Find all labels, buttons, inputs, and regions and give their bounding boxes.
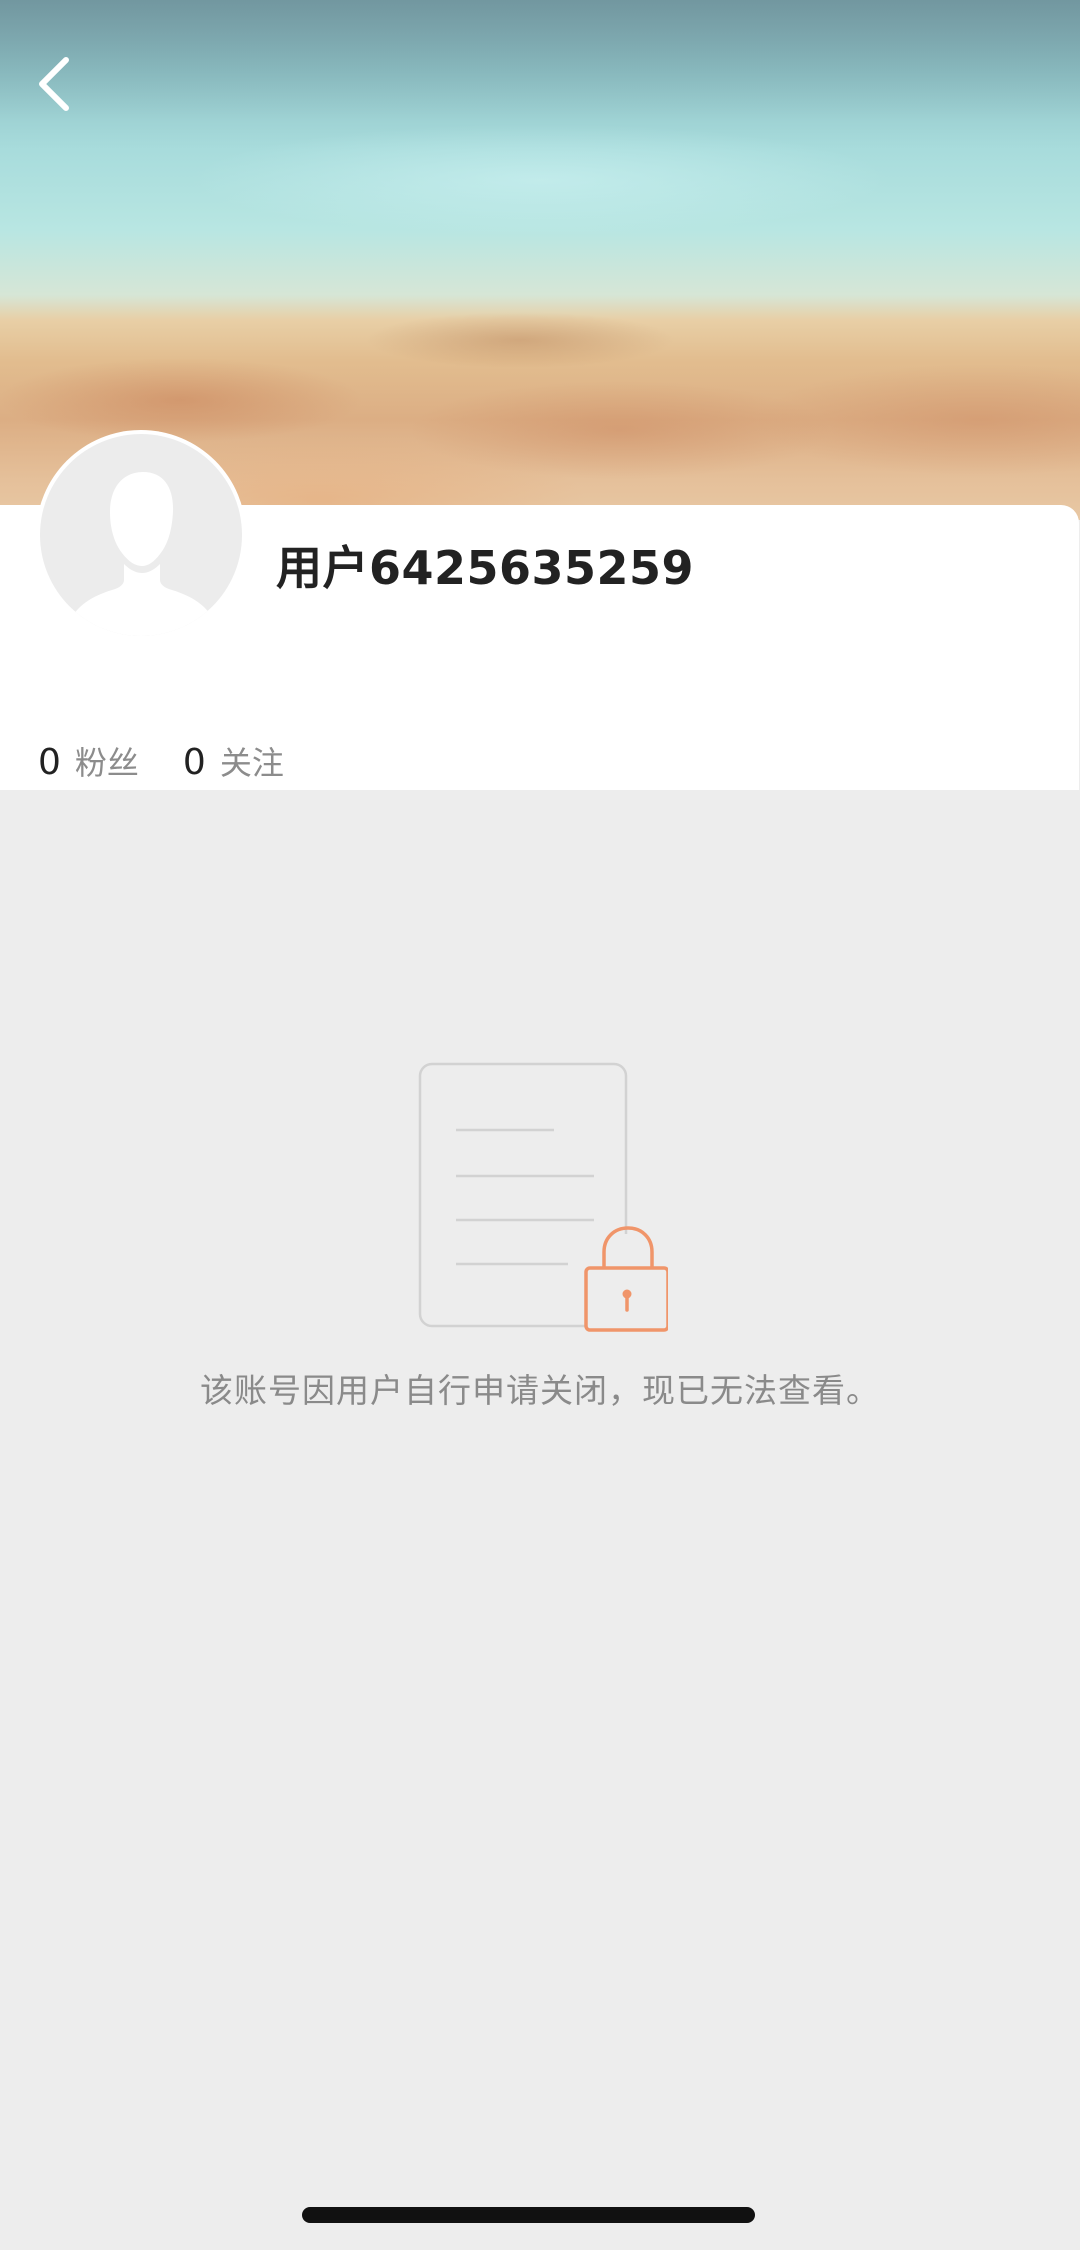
followers-label: 粉丝 (74, 744, 139, 782)
profile-page: 用户6425635259 0 粉丝 0 关注 该账号因用户自行申请关闭，现已无法… (0, 0, 1080, 2250)
home-indicator[interactable] (302, 2207, 755, 2223)
avatar[interactable] (36, 430, 246, 640)
followers-stat[interactable]: 0 粉丝 (38, 738, 139, 784)
cover-haze (0, 0, 1080, 120)
default-avatar-icon (40, 434, 242, 636)
profile-stats: 0 粉丝 0 关注 (38, 738, 328, 788)
following-stat[interactable]: 0 关注 (183, 738, 284, 784)
username: 用户6425635259 (276, 541, 695, 595)
locked-document-icon (418, 1062, 668, 1334)
chevron-left-icon (39, 57, 69, 111)
account-closed-message: 该账号因用户自行申请关闭，现已无法查看。 (200, 1371, 880, 1410)
followers-count: 0 (38, 742, 61, 783)
following-count: 0 (182, 742, 206, 783)
following-label: 关注 (219, 744, 284, 782)
back-button[interactable] (28, 52, 84, 116)
